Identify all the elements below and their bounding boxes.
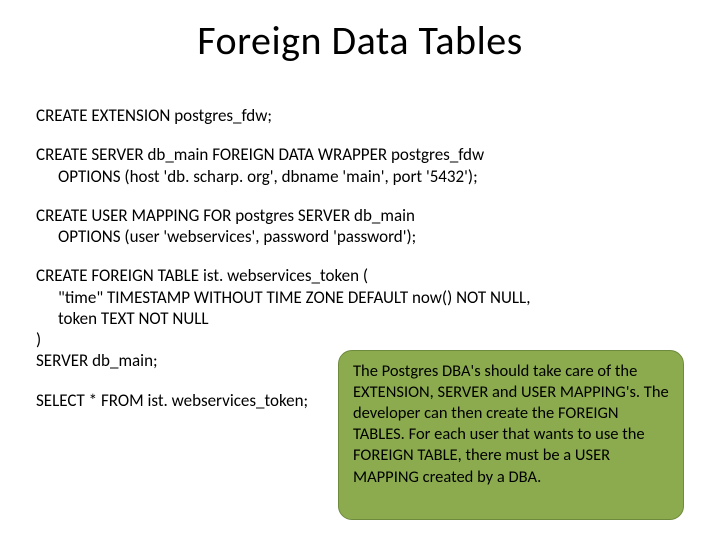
code-line: )	[36, 329, 684, 350]
code-line: token TEXT NOT NULL	[36, 308, 684, 329]
sql-create-user-mapping: CREATE USER MAPPING FOR postgres SERVER …	[36, 205, 684, 248]
sql-create-extension: CREATE EXTENSION postgres_fdw;	[36, 105, 684, 126]
code-line: "time" TIMESTAMP WITHOUT TIME ZONE DEFAU…	[36, 287, 684, 308]
code-line: CREATE FOREIGN TABLE ist. webservices_to…	[36, 265, 684, 286]
code-line: OPTIONS (host 'db. scharp. org', dbname …	[36, 166, 684, 187]
code-line: OPTIONS (user 'webservices', password 'p…	[36, 226, 684, 247]
slide: Foreign Data Tables CREATE EXTENSION pos…	[0, 0, 720, 540]
slide-title: Foreign Data Tables	[0, 16, 720, 65]
sql-create-server: CREATE SERVER db_main FOREIGN DATA WRAPP…	[36, 144, 684, 187]
code-line: CREATE USER MAPPING FOR postgres SERVER …	[36, 205, 684, 226]
callout-note: The Postgres DBA's should take care of t…	[338, 350, 684, 520]
code-line: CREATE SERVER db_main FOREIGN DATA WRAPP…	[36, 144, 684, 165]
